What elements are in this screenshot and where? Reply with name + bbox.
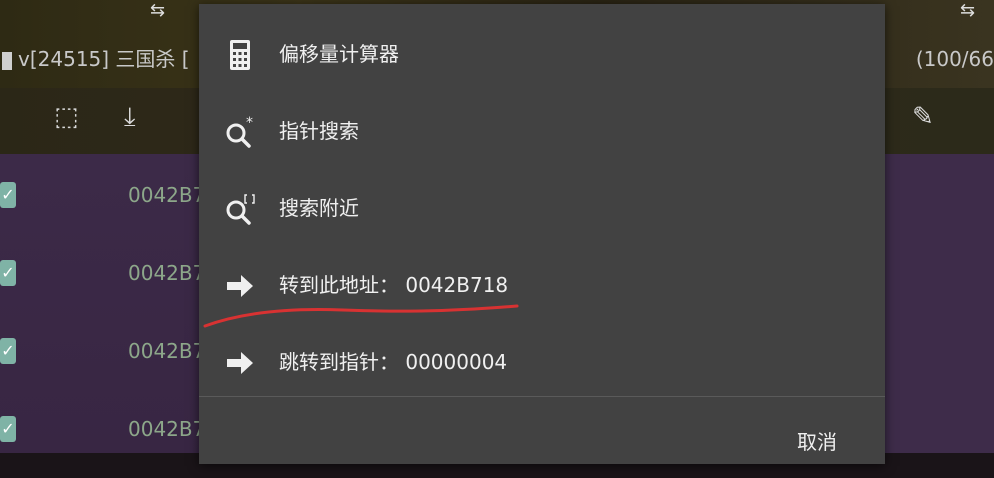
arrow-right-icon — [227, 275, 253, 297]
menu-item-search-nearby[interactable]: 搜索附近 — [199, 170, 885, 246]
process-title-text: v[24515] 三国杀 [ — [18, 47, 190, 71]
menu-item-label: 搜索附近 — [279, 196, 359, 220]
select-area-icon[interactable]: ⬚ — [54, 102, 79, 132]
menu-item-label: 指针搜索 — [279, 119, 359, 143]
save-icon[interactable]: ⤓ — [124, 102, 136, 132]
top-icon-1: ⇆ — [150, 0, 166, 21]
context-menu: 偏移量计算器 * 指针搜索 搜索附近 转到此地址： 0042B718 跳转到指针… — [199, 4, 885, 464]
checkbox[interactable]: ✓ — [0, 416, 16, 442]
divider — [199, 396, 885, 397]
address-value: 0042B7 — [128, 183, 206, 207]
pointer-search-icon: * — [226, 115, 253, 148]
checkbox[interactable]: ✓ — [0, 182, 16, 208]
address-value: 0042B7 — [128, 417, 206, 441]
comment-icon[interactable]: ✎ — [912, 102, 934, 132]
list-item[interactable]: ✓ 0042B7 — [0, 166, 205, 244]
list-item[interactable]: ✓ 0042B7 — [0, 244, 205, 322]
menu-item-goto-pointer[interactable]: 跳转到指针： 00000004 — [199, 324, 885, 400]
menu-item-offset-calculator[interactable]: 偏移量计算器 — [199, 16, 885, 92]
calculator-icon — [230, 40, 250, 70]
top-icon-2: ⇆ — [960, 0, 976, 21]
process-title: v[24515] 三国杀 [ — [0, 44, 190, 74]
search-nearby-icon — [226, 194, 255, 225]
cancel-button[interactable]: 取消 — [797, 424, 837, 460]
process-indicator — [2, 51, 12, 70]
menu-item-pointer-search[interactable]: * 指针搜索 — [199, 93, 885, 169]
svg-text:*: * — [246, 115, 253, 131]
list-right-strip — [885, 154, 994, 453]
result-count: (100/66 — [915, 47, 994, 71]
list-item[interactable]: ✓ 0042B7 — [0, 400, 205, 478]
menu-item-label: 偏移量计算器 — [279, 42, 399, 66]
annotation-underline — [203, 304, 519, 328]
address-value: 0042B7 — [128, 339, 206, 363]
arrow-right-icon — [227, 352, 253, 374]
checkbox[interactable]: ✓ — [0, 260, 16, 286]
checkbox[interactable]: ✓ — [0, 338, 16, 364]
list-item[interactable]: ✓ 0042B7 — [0, 322, 205, 400]
address-value: 0042B7 — [128, 261, 206, 285]
menu-item-label: 跳转到指针： 00000004 — [279, 350, 508, 374]
